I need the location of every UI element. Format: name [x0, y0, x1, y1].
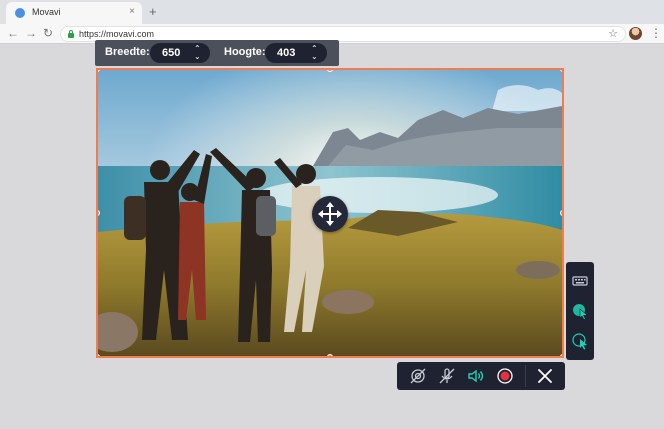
resize-handle-bottom[interactable]: [327, 354, 333, 356]
resize-handle-right[interactable]: [560, 210, 562, 216]
browser-tab[interactable]: Movavi ×: [6, 2, 142, 24]
resize-handle-top-right[interactable]: [560, 70, 562, 72]
height-spinner-icon[interactable]: ⌃ ⌄: [311, 45, 319, 61]
width-value: 650: [162, 47, 181, 59]
resize-handle-bottom-right[interactable]: [560, 354, 562, 356]
record-icon[interactable]: [496, 367, 514, 385]
click-effect-icon[interactable]: [571, 332, 589, 350]
profile-avatar[interactable]: [629, 27, 642, 40]
webcam-off-icon[interactable]: [409, 367, 427, 385]
url-text: https://movavi.com: [79, 29, 155, 39]
height-label: Hoogte:: [224, 46, 266, 58]
system-audio-icon[interactable]: [467, 367, 485, 385]
new-tab-button[interactable]: +: [149, 4, 157, 19]
move-arrows-icon: [318, 202, 342, 226]
reload-button[interactable]: ↻: [43, 26, 53, 40]
height-value: 403: [277, 47, 296, 59]
forward-button[interactable]: →: [25, 26, 37, 40]
width-label: Breedte:: [105, 46, 150, 58]
width-input[interactable]: 650 ⌃ ⌄: [150, 43, 210, 63]
side-tool-panel: [566, 262, 594, 360]
dimensions-bar: Breedte: 650 ⌃ ⌄ Hoogte: 403 ⌃ ⌄: [95, 40, 339, 66]
resize-handle-bottom-left[interactable]: [98, 354, 100, 356]
browser-menu-icon[interactable]: ⋮: [650, 26, 662, 40]
browser-tab-bar: Movavi × +: [0, 0, 664, 24]
width-spinner-icon[interactable]: ⌃ ⌄: [194, 45, 202, 61]
tab-title: Movavi: [32, 7, 61, 17]
lock-icon: [68, 30, 74, 38]
tab-close-icon[interactable]: ×: [129, 6, 135, 17]
height-input[interactable]: 403 ⌃ ⌄: [265, 43, 327, 63]
movavi-favicon-icon: [15, 8, 25, 18]
move-region-button[interactable]: [312, 196, 348, 232]
back-button[interactable]: ←: [7, 26, 19, 40]
recording-control-bar: [397, 362, 565, 390]
keyboard-icon[interactable]: [571, 272, 589, 290]
close-icon[interactable]: [536, 367, 554, 385]
cursor-highlight-icon[interactable]: [571, 302, 589, 320]
microphone-off-icon[interactable]: [438, 367, 456, 385]
bookmark-star-icon[interactable]: ☆: [608, 27, 618, 40]
control-divider: [525, 365, 526, 387]
